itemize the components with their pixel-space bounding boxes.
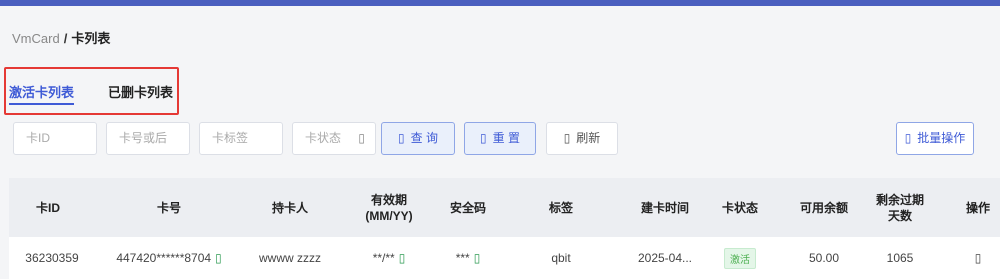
header-actions: 操作 — [965, 200, 990, 215]
cell-created: 2025-04... — [637, 251, 693, 265]
refresh-button[interactable]: ▯ 刷新 — [546, 122, 618, 155]
more-actions-icon[interactable]: ▯ — [957, 237, 999, 279]
active-tab-underline — [9, 103, 74, 105]
reset-button[interactable]: ▯ 重 置 — [464, 122, 536, 155]
header-expiry: 有效期 (MM/YY) — [365, 192, 413, 223]
card-tag-input[interactable]: 卡标签 — [199, 122, 283, 155]
tab-deleted-cards[interactable]: 已删卡列表 — [108, 82, 173, 101]
eye-icon[interactable]: ▯ — [399, 251, 406, 265]
refresh-icon: ▯ — [480, 131, 487, 145]
cell-balance: 50.00 — [808, 251, 840, 265]
breadcrumb-root[interactable]: VmCard — [12, 31, 60, 46]
card-id-input[interactable]: 卡ID — [13, 122, 97, 155]
search-icon: ▯ — [398, 131, 405, 145]
header-created: 建卡时间 — [640, 200, 689, 215]
cell-expiry: **/** ▯ — [347, 237, 431, 279]
breadcrumb-separator: / — [63, 31, 68, 46]
breadcrumb: VmCard / 卡列表 — [12, 28, 110, 47]
cell-card-number: 447420******8704 ▯ — [102, 237, 236, 279]
header-tag: 标签 — [548, 200, 573, 215]
cell-status: 激活 — [715, 237, 765, 279]
breadcrumb-current: 卡列表 — [71, 31, 111, 46]
card-status-select[interactable]: 卡状态 ▯ — [292, 122, 376, 155]
top-bar — [0, 0, 1000, 6]
cell-tag: qbit — [551, 251, 571, 265]
header-days-left: 剩余过期天数 — [875, 192, 924, 223]
table-header: 卡ID 卡号 持卡人 有效期 (MM/YY) 安全码 标签 建卡时间 卡状态 可… — [9, 178, 1000, 237]
query-button[interactable]: ▯ 查 询 — [381, 122, 455, 155]
batch-operation-button[interactable]: ▯ 批量操作 — [896, 122, 974, 155]
copy-icon[interactable]: ▯ — [215, 251, 222, 265]
chevron-down-icon: ▯ — [358, 131, 365, 145]
card-number-text: 447420******8704 — [116, 251, 212, 265]
header-card-number: 卡号 — [156, 200, 181, 215]
batch-button-label: 批量操作 — [917, 131, 966, 145]
card-number-input[interactable]: 卡号或后 — [106, 122, 190, 155]
status-badge: 激活 — [724, 247, 756, 269]
expiry-text: **/** — [372, 251, 395, 265]
header-status: 卡状态 — [721, 200, 758, 215]
card-status-placeholder: 卡状态 — [305, 131, 342, 145]
cell-card-id: 36230359 — [25, 251, 79, 265]
table-row: 36230359 447420******8704 ▯ wwww zzzz **/… — [9, 237, 1000, 279]
header-card-id: 卡ID — [35, 200, 60, 215]
eye-icon[interactable]: ▯ — [474, 251, 481, 265]
header-balance: 可用余额 — [799, 200, 848, 215]
batch-icon: ▯ — [904, 131, 912, 145]
header-cvv: 安全码 — [449, 200, 486, 215]
cell-days-left: 1065 — [886, 251, 914, 265]
header-holder: 持卡人 — [271, 200, 308, 215]
cvv-text: *** — [455, 251, 470, 265]
query-button-label: 查 询 — [410, 131, 438, 145]
reset-button-label: 重 置 — [492, 131, 520, 145]
tab-active-cards[interactable]: 激活卡列表 — [9, 82, 74, 101]
cell-holder: wwww zzzz — [259, 251, 321, 265]
cell-cvv: *** ▯ — [437, 237, 499, 279]
refresh-button-label: 刷新 — [576, 131, 601, 145]
reload-icon: ▯ — [563, 131, 571, 145]
